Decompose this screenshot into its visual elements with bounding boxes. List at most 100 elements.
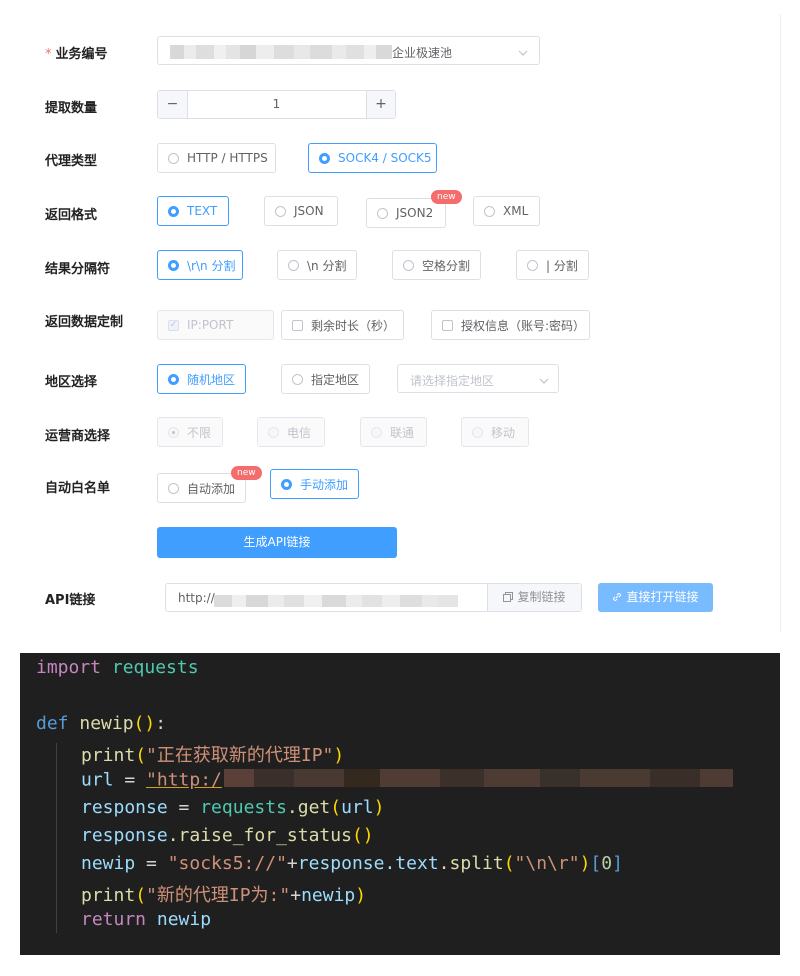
option-label: 电信 <box>287 425 312 440</box>
radio-icon <box>377 207 388 219</box>
checkbox-checked-icon: ✓ <box>168 319 179 331</box>
proxy-type-http[interactable]: HTTP / HTTPS <box>157 143 276 173</box>
radio-icon <box>292 373 303 385</box>
radio-checked-icon <box>168 259 179 271</box>
indent-guide <box>56 743 57 933</box>
radio-icon <box>484 205 495 217</box>
code-line-4: print("正在获取新的代理IP") <box>81 745 345 766</box>
radio-icon <box>527 259 538 271</box>
radio-icon <box>288 259 299 271</box>
code-line-9: print("新的代理IP为:"+newip) <box>81 885 367 906</box>
quantity-stepper[interactable]: − 1 + <box>157 90 396 119</box>
separator-lf[interactable]: \n 分割 <box>277 250 357 280</box>
option-label: 授权信息（账号:密码） <box>461 318 586 333</box>
radio-icon <box>472 426 483 438</box>
region-select-placeholder: 请选择指定地区 <box>410 374 495 388</box>
region-specified[interactable]: 指定地区 <box>281 364 370 394</box>
code-line-8: newip = "socks5://"+response.text.split(… <box>81 853 623 874</box>
chevron-down-icon <box>517 44 529 63</box>
carrier-any: 不限 <box>157 417 223 447</box>
api-link-input[interactable]: http://v 复制链接 <box>165 583 582 612</box>
option-label: 手动添加 <box>300 477 349 492</box>
blurred-link <box>214 592 458 611</box>
carrier-label: 运营商选择 <box>45 429 111 444</box>
code-line-7: response.raise_for_status() <box>81 825 374 846</box>
decrease-button[interactable]: − <box>158 91 188 118</box>
format-json[interactable]: JSON <box>264 196 338 226</box>
copy-icon <box>503 585 514 612</box>
region-label: 地区选择 <box>45 375 98 390</box>
radio-icon <box>168 482 179 494</box>
region-select[interactable]: 请选择指定地区 <box>397 364 559 393</box>
return-format-label: 返回格式 <box>45 208 98 223</box>
option-label: XML <box>503 204 529 218</box>
option-label: 空格分割 <box>422 258 471 273</box>
separator-space[interactable]: 空格分割 <box>392 250 481 280</box>
radio-icon <box>275 205 286 217</box>
generate-api-link-button[interactable]: 生成API链接 <box>157 527 397 558</box>
option-label: IP:PORT <box>187 318 234 332</box>
radio-icon <box>371 426 382 438</box>
code-line-10: return newip <box>81 909 212 930</box>
quantity-label: 提取数量 <box>45 101 98 116</box>
option-label: JSON <box>294 204 324 218</box>
new-badge: new <box>431 190 462 204</box>
open-link-button[interactable]: 直接打开链接 <box>598 583 713 612</box>
chevron-down-icon <box>538 372 550 391</box>
business-no-label: * 业务编号 <box>45 47 108 62</box>
code-block: import requests def newip(): print("正在获取… <box>20 653 780 955</box>
custom-duration-checkbox[interactable]: 剩余时长（秒） <box>281 310 404 340</box>
option-label: HTTP / HTTPS <box>187 151 268 165</box>
whitelist-manual[interactable]: 手动添加 <box>270 469 359 499</box>
radio-icon <box>403 259 414 271</box>
option-label: 指定地区 <box>311 372 360 387</box>
separator-crlf[interactable]: \r\n 分割 <box>157 250 243 280</box>
region-random[interactable]: 随机地区 <box>157 364 246 394</box>
business-no-value: 企业极速池 <box>392 46 453 60</box>
code-line-1: import requests <box>36 657 199 678</box>
option-label: \n 分割 <box>307 258 347 273</box>
increase-button[interactable]: + <box>366 91 395 118</box>
separator-label: 结果分隔符 <box>45 262 111 277</box>
link-icon <box>612 584 622 613</box>
option-label: 随机地区 <box>187 372 236 387</box>
carrier-mobile: 移动 <box>461 417 529 447</box>
open-link-label: 直接打开链接 <box>626 590 699 604</box>
format-text[interactable]: TEXT <box>157 196 229 226</box>
option-label: 移动 <box>491 425 516 440</box>
option-label: 剩余时长（秒） <box>311 318 396 333</box>
radio-checked-icon <box>319 152 330 164</box>
copy-link-label: 复制链接 <box>517 590 566 604</box>
option-label: SOCK4 / SOCK5 <box>338 151 432 165</box>
carrier-unicom: 联通 <box>360 417 427 447</box>
separator-pipe[interactable]: | 分割 <box>516 250 589 280</box>
custom-data-label: 返回数据定制 <box>45 315 124 330</box>
business-no-select[interactable]: 企业极速池 <box>157 36 540 65</box>
option-label: 自动添加 <box>187 481 236 496</box>
radio-icon <box>168 152 179 164</box>
radio-icon <box>168 426 179 438</box>
blurred-text <box>170 44 392 63</box>
custom-ip-port-checkbox: ✓ IP:PORT <box>157 310 274 340</box>
carrier-telecom: 电信 <box>257 417 325 447</box>
radio-checked-icon <box>168 205 179 217</box>
new-badge: new <box>231 466 262 480</box>
checkbox-icon <box>442 319 453 331</box>
code-line-6: response = requests.get(url) <box>81 797 385 818</box>
checkbox-icon <box>292 319 303 331</box>
code-line-5: url = "http:/ <box>81 769 733 792</box>
api-link-label: API链接 <box>45 593 96 608</box>
custom-auth-checkbox[interactable]: 授权信息（账号:密码） <box>431 310 590 340</box>
whitelist-label: 自动白名单 <box>45 481 111 496</box>
radio-checked-icon <box>168 373 179 385</box>
quantity-input[interactable]: 1 <box>187 91 366 118</box>
option-label: | 分割 <box>546 258 578 273</box>
code-line-3: def newip(): <box>36 713 167 734</box>
radio-icon <box>268 426 279 438</box>
option-label: 不限 <box>187 425 212 440</box>
copy-link-button[interactable]: 复制链接 <box>487 584 581 611</box>
format-xml[interactable]: XML <box>473 196 540 226</box>
option-label: 联通 <box>390 425 415 440</box>
proxy-type-label: 代理类型 <box>45 154 98 169</box>
proxy-type-socks[interactable]: SOCK4 / SOCK5 <box>308 143 437 173</box>
